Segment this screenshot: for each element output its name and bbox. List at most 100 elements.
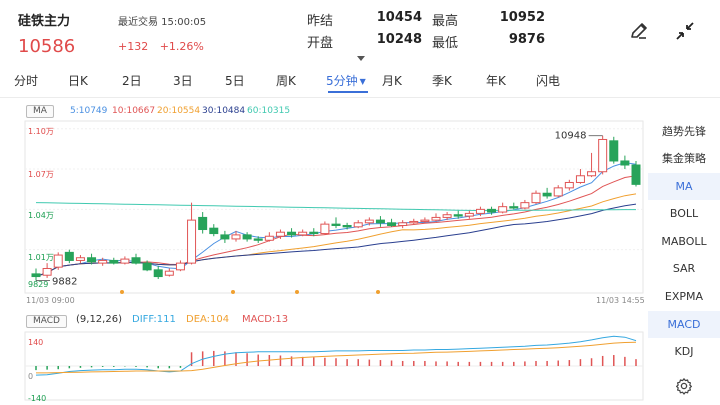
stat-label-prev-settle: 昨结 bbox=[307, 14, 334, 29]
candle-up bbox=[53, 254, 63, 268]
macd-params: (9,12,26) bbox=[76, 314, 122, 325]
tab-3day[interactable]: 3日 bbox=[173, 72, 193, 89]
macd-tick-bottom: -140 bbox=[28, 394, 46, 403]
candle-up bbox=[187, 219, 197, 264]
candle-up bbox=[42, 267, 52, 276]
candle-down bbox=[287, 231, 297, 236]
macd-series bbox=[25, 335, 643, 376]
tab-lightning[interactable]: 闪电 bbox=[536, 72, 560, 89]
last-price: 10586 bbox=[18, 36, 76, 57]
price-tick-1: 1.10万 bbox=[28, 127, 54, 136]
candle-up bbox=[120, 258, 130, 264]
tab-weekly[interactable]: 周K bbox=[276, 72, 296, 89]
min-price-annotation: 9882 bbox=[52, 277, 77, 288]
candle-up bbox=[264, 235, 274, 241]
candle-down bbox=[331, 223, 341, 226]
change-percent: +1.26% bbox=[159, 40, 204, 53]
candle-down bbox=[253, 238, 263, 241]
candle-up bbox=[475, 208, 485, 214]
stat-label-open: 开盘 bbox=[307, 36, 334, 51]
sidebar-item-maboll[interactable]: MABOLL bbox=[648, 228, 720, 255]
sidebar-item-boll[interactable]: BOLL bbox=[648, 200, 720, 227]
divider bbox=[0, 97, 720, 98]
sidebar-item-macd[interactable]: MACD bbox=[648, 311, 720, 338]
ma-badge[interactable]: MA bbox=[26, 105, 54, 118]
tab-quarterly[interactable]: 季K bbox=[432, 72, 452, 89]
sidebar-item-expma[interactable]: EXPMA bbox=[648, 283, 720, 310]
tab-daily[interactable]: 日K bbox=[68, 72, 88, 89]
macd-tick-top: 140 bbox=[28, 338, 43, 347]
tab-5min[interactable]: 5分钟 ▼ bbox=[326, 72, 366, 89]
candle-down bbox=[142, 262, 152, 271]
macd-tick-zero: 0 bbox=[28, 372, 33, 381]
candle-up bbox=[520, 202, 530, 209]
max-price-annotation: 10948 bbox=[555, 131, 587, 142]
pen-icon[interactable] bbox=[628, 20, 650, 42]
sidebar-item-sar[interactable]: SAR bbox=[648, 255, 720, 282]
collapse-arrows-icon[interactable] bbox=[674, 20, 696, 42]
candle-up bbox=[98, 259, 108, 264]
sidebar-item-ma[interactable]: MA bbox=[648, 173, 720, 200]
candle-down bbox=[64, 251, 74, 261]
sidebar-item-kdj[interactable]: KDJ bbox=[648, 338, 720, 365]
sidebar-item-jijin-strategy[interactable]: 集金策略 bbox=[648, 145, 720, 172]
candle-up bbox=[320, 223, 330, 235]
tab-2day[interactable]: 2日 bbox=[122, 72, 142, 89]
candle-up bbox=[598, 138, 608, 173]
event-dot[interactable] bbox=[295, 290, 299, 294]
stat-value-high: 10952 bbox=[499, 10, 545, 25]
expand-down-icon[interactable] bbox=[356, 48, 366, 61]
ma20-value: 20:10554 bbox=[157, 106, 201, 116]
candle-up bbox=[442, 214, 452, 218]
stat-label-low: 最低 bbox=[432, 36, 459, 51]
candle-up bbox=[498, 206, 508, 213]
last-trade-time: 最近交易 15:00:05 bbox=[118, 17, 207, 28]
tab-yearly[interactable]: 年K bbox=[486, 72, 506, 89]
candle-up bbox=[364, 219, 374, 224]
candle-up bbox=[420, 219, 430, 222]
gear-icon[interactable] bbox=[675, 377, 693, 395]
candle-up bbox=[231, 234, 241, 240]
stat-value-low: 9876 bbox=[508, 32, 545, 47]
stat-value-prev-settle: 10454 bbox=[376, 10, 422, 25]
ma20-line bbox=[35, 193, 637, 278]
event-dot[interactable] bbox=[120, 290, 124, 294]
kline-chart[interactable]: 1.10万 1.07万 1.04万 1.01万 9829 11/03 09:00… bbox=[0, 118, 648, 405]
candle-down bbox=[109, 259, 119, 264]
candle-up bbox=[298, 231, 308, 236]
indicator-sidebar: 趋势先锋 集金策略 MA BOLL MABOLL SAR EXPMA MACD … bbox=[648, 118, 720, 405]
tab-monthly[interactable]: 月K bbox=[382, 72, 402, 89]
tab-5day[interactable]: 5日 bbox=[225, 72, 245, 89]
tab-intraday[interactable]: 分时 bbox=[14, 72, 38, 89]
tab-5min-caret-icon: ▼ bbox=[359, 77, 366, 86]
quote-header: 硅铁主力 最近交易 15:00:05 10586 +132 +1.26% 昨结 … bbox=[0, 0, 720, 64]
candle-down bbox=[131, 257, 141, 264]
ma30-value: 30:10484 bbox=[202, 106, 246, 116]
candle-down bbox=[209, 227, 219, 235]
price-tick-2: 1.07万 bbox=[28, 170, 54, 179]
period-tabs: 分时 日K 2日 3日 5日 周K 5分钟 ▼ 月K 季K 年K 闪电 bbox=[0, 66, 720, 96]
event-dot[interactable] bbox=[376, 290, 380, 294]
candle-down bbox=[309, 231, 319, 235]
candle-up bbox=[353, 222, 363, 228]
candle-up bbox=[75, 257, 85, 261]
macd-badge[interactable]: MACD bbox=[26, 315, 67, 328]
price-tick-4: 1.01万 bbox=[28, 253, 54, 262]
event-dot[interactable] bbox=[231, 290, 235, 294]
candle-down bbox=[153, 269, 163, 278]
price-frame bbox=[24, 120, 644, 294]
sidebar-item-trend-pioneer[interactable]: 趋势先锋 bbox=[648, 118, 720, 145]
price-tick-3: 1.04万 bbox=[28, 211, 54, 220]
candle-up bbox=[175, 262, 185, 271]
candle-down bbox=[609, 140, 619, 162]
candle-down bbox=[31, 273, 41, 278]
macd-macd-value: MACD:13 bbox=[242, 314, 289, 325]
low-price-label: 9829 bbox=[28, 280, 48, 289]
ma60-value: 60:10315 bbox=[247, 106, 291, 116]
candle-up bbox=[275, 231, 285, 237]
change-amount: +132 bbox=[118, 40, 149, 53]
macd-dea-line bbox=[36, 341, 637, 374]
candle-down bbox=[198, 216, 208, 231]
candle-down bbox=[487, 208, 497, 213]
candle-down bbox=[453, 214, 463, 217]
